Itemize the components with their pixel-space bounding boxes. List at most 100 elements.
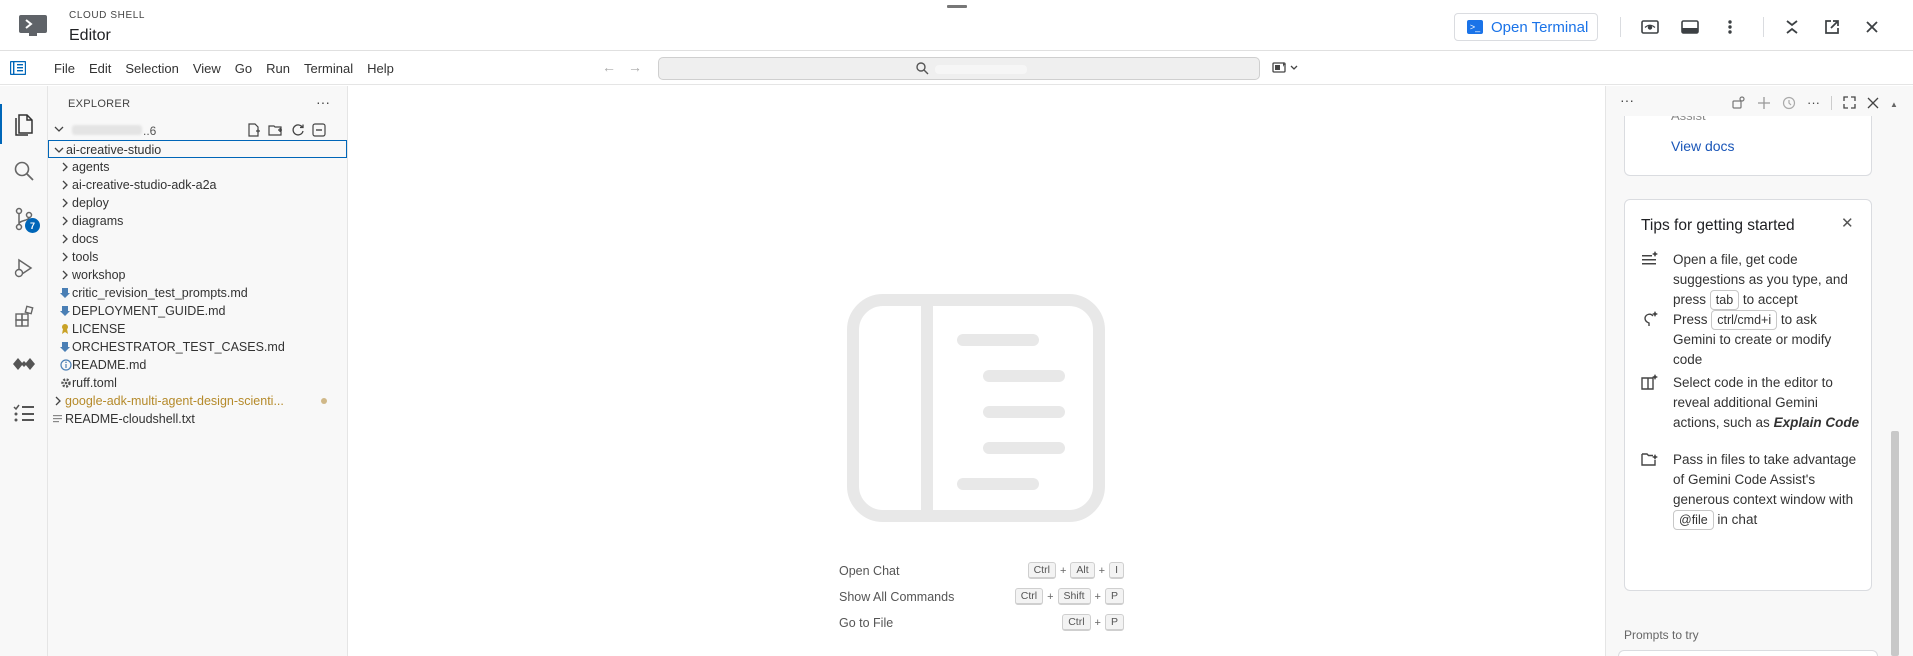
tree-folder[interactable]: deploy bbox=[48, 194, 348, 212]
prompts-to-try-label: Prompts to try bbox=[1624, 628, 1699, 642]
license-file-icon bbox=[60, 323, 70, 338]
task-list-icon[interactable] bbox=[10, 399, 38, 427]
add-icon[interactable] bbox=[1757, 96, 1771, 110]
menu-edit[interactable]: Edit bbox=[82, 61, 118, 76]
view-docs-link[interactable]: View docs bbox=[1671, 138, 1735, 154]
activity-bar: 7 bbox=[0, 86, 48, 656]
command-search-box[interactable] bbox=[658, 57, 1260, 80]
explorer-icon[interactable] bbox=[0, 104, 38, 144]
tree-folder[interactable]: ai-creative-studio-adk-a2a bbox=[48, 176, 348, 194]
tree-folder[interactable]: google-adk-multi-agent-design-scienti... bbox=[48, 392, 348, 410]
menu-help[interactable]: Help bbox=[360, 61, 401, 76]
menu-run[interactable]: Run bbox=[259, 61, 297, 76]
plus-separator: + bbox=[1094, 616, 1101, 629]
gemini-panel: ··· ··· ▲ Assist View docs Tips for gett… bbox=[1605, 86, 1913, 656]
explorer-panel: EXPLORER ··· ..6 ai-creative-studio agent… bbox=[48, 86, 348, 656]
menu-terminal[interactable]: Terminal bbox=[297, 61, 360, 76]
chevron-right-icon bbox=[60, 179, 70, 193]
tree-file[interactable]: ORCHESTRATOR_TEST_CASES.md bbox=[48, 338, 348, 356]
workspace-header[interactable]: ..6 bbox=[48, 121, 348, 141]
prompt-suggestion-card[interactable] bbox=[1618, 650, 1878, 656]
agent-icon[interactable] bbox=[1732, 95, 1746, 110]
menu-view[interactable]: View bbox=[186, 61, 228, 76]
search-icon bbox=[916, 62, 929, 75]
markdown-file-icon bbox=[60, 305, 70, 320]
tree-file[interactable]: README.md bbox=[48, 356, 348, 374]
tree-folder[interactable]: agents bbox=[48, 158, 348, 176]
tree-item-label: ORCHESTRATOR_TEST_CASES.md bbox=[72, 340, 285, 354]
back-arrow-icon[interactable]: ← bbox=[602, 59, 616, 75]
shortcut-row[interactable]: Open Chat Ctrl + Alt + I bbox=[839, 560, 1124, 586]
tree-folder[interactable]: workshop bbox=[48, 266, 348, 284]
key-hint: @file bbox=[1673, 510, 1714, 530]
navigation-arrows: ← → bbox=[602, 59, 642, 75]
refresh-icon[interactable] bbox=[291, 123, 305, 137]
collapse-icon[interactable] bbox=[1780, 15, 1804, 39]
search-icon[interactable] bbox=[10, 157, 38, 185]
settings-file-icon bbox=[60, 377, 72, 392]
scroll-up-arrow-icon[interactable]: ▲ bbox=[1890, 100, 1898, 109]
shortcut-hints: Open Chat Ctrl + Alt + I Show All Commands Ctrl… bbox=[839, 560, 1124, 638]
key-cap: I bbox=[1109, 562, 1124, 579]
explorer-toolbar bbox=[247, 123, 326, 137]
more-actions-icon[interactable]: ··· bbox=[316, 94, 330, 110]
new-file-icon[interactable] bbox=[247, 123, 261, 137]
plus-separator: + bbox=[1098, 564, 1106, 577]
tree-file[interactable]: README-cloudshell.txt bbox=[48, 410, 348, 428]
tree-file[interactable]: ruff.toml bbox=[48, 374, 348, 392]
editor-logo-icon[interactable] bbox=[10, 61, 26, 75]
customize-layout-button[interactable] bbox=[1272, 59, 1302, 77]
close-panel-icon[interactable] bbox=[1867, 97, 1879, 109]
editor-area: Open Chat Ctrl + Alt + I Show All Commands Ctrl… bbox=[349, 86, 1605, 656]
drag-handle[interactable] bbox=[947, 5, 967, 8]
preview-icon[interactable] bbox=[1638, 15, 1662, 39]
more-icon[interactable]: ··· bbox=[1807, 95, 1820, 110]
tip-text: in chat bbox=[1713, 512, 1758, 527]
divider bbox=[1620, 17, 1621, 37]
tree-item-label: docs bbox=[72, 232, 99, 246]
menu-file[interactable]: File bbox=[47, 61, 82, 76]
scrollbar-thumb[interactable] bbox=[1891, 431, 1899, 656]
tree-file[interactable]: DEPLOYMENT_GUIDE.md bbox=[48, 302, 348, 320]
cloud-code-icon[interactable] bbox=[10, 350, 38, 378]
shortcut-row[interactable]: Show All Commands Ctrl + Shift + P bbox=[839, 586, 1124, 612]
shortcut-keys: Ctrl + P bbox=[1062, 614, 1124, 631]
run-debug-icon[interactable] bbox=[10, 254, 38, 282]
more-actions-icon[interactable]: ··· bbox=[1620, 92, 1634, 108]
tree-folder[interactable]: diagrams bbox=[48, 212, 348, 230]
open-terminal-label: Open Terminal bbox=[1491, 18, 1589, 36]
terminal-icon: >_ bbox=[1467, 20, 1483, 34]
chat-layout-icon bbox=[1272, 62, 1286, 73]
plus-separator: + bbox=[1047, 590, 1054, 603]
tree-folder[interactable]: docs bbox=[48, 230, 348, 248]
open-new-window-icon[interactable] bbox=[1820, 15, 1844, 39]
close-tips-icon[interactable]: ✕ bbox=[1841, 214, 1854, 232]
chevron-right-icon bbox=[60, 161, 70, 175]
info-file-icon bbox=[60, 359, 72, 374]
collapse-all-icon[interactable] bbox=[312, 123, 326, 137]
tree-file[interactable]: critic_revision_test_prompts.md bbox=[48, 284, 348, 302]
tree-file[interactable]: LICENSE bbox=[48, 320, 348, 338]
new-folder-icon[interactable] bbox=[268, 123, 284, 137]
layout-panel-icon[interactable] bbox=[1678, 15, 1702, 39]
tree-item-label: DEPLOYMENT_GUIDE.md bbox=[72, 304, 226, 318]
tree-folder[interactable]: tools bbox=[48, 248, 348, 266]
open-terminal-button[interactable]: >_ Open Terminal bbox=[1454, 13, 1598, 41]
menu-go[interactable]: Go bbox=[228, 61, 259, 76]
tree-folder[interactable]: ai-creative-studio bbox=[48, 140, 347, 158]
chevron-right-icon bbox=[60, 251, 70, 265]
shortcut-row[interactable]: Go to File Ctrl + P bbox=[839, 612, 1124, 638]
markdown-file-icon bbox=[60, 341, 70, 356]
tree-item-label: ruff.toml bbox=[72, 376, 117, 390]
more-vert-icon[interactable] bbox=[1718, 15, 1742, 39]
forward-arrow-icon[interactable]: → bbox=[628, 59, 642, 75]
maximize-icon[interactable] bbox=[1843, 96, 1856, 109]
book-sparkle-icon bbox=[1641, 374, 1658, 390]
history-icon[interactable] bbox=[1782, 96, 1796, 110]
source-control-icon[interactable]: 7 bbox=[10, 205, 40, 233]
explorer-title: EXPLORER bbox=[68, 98, 131, 110]
close-icon[interactable] bbox=[1860, 15, 1884, 39]
menu-selection[interactable]: Selection bbox=[118, 61, 185, 76]
tips-title: Tips for getting started bbox=[1641, 217, 1795, 234]
extensions-icon[interactable] bbox=[10, 302, 38, 330]
